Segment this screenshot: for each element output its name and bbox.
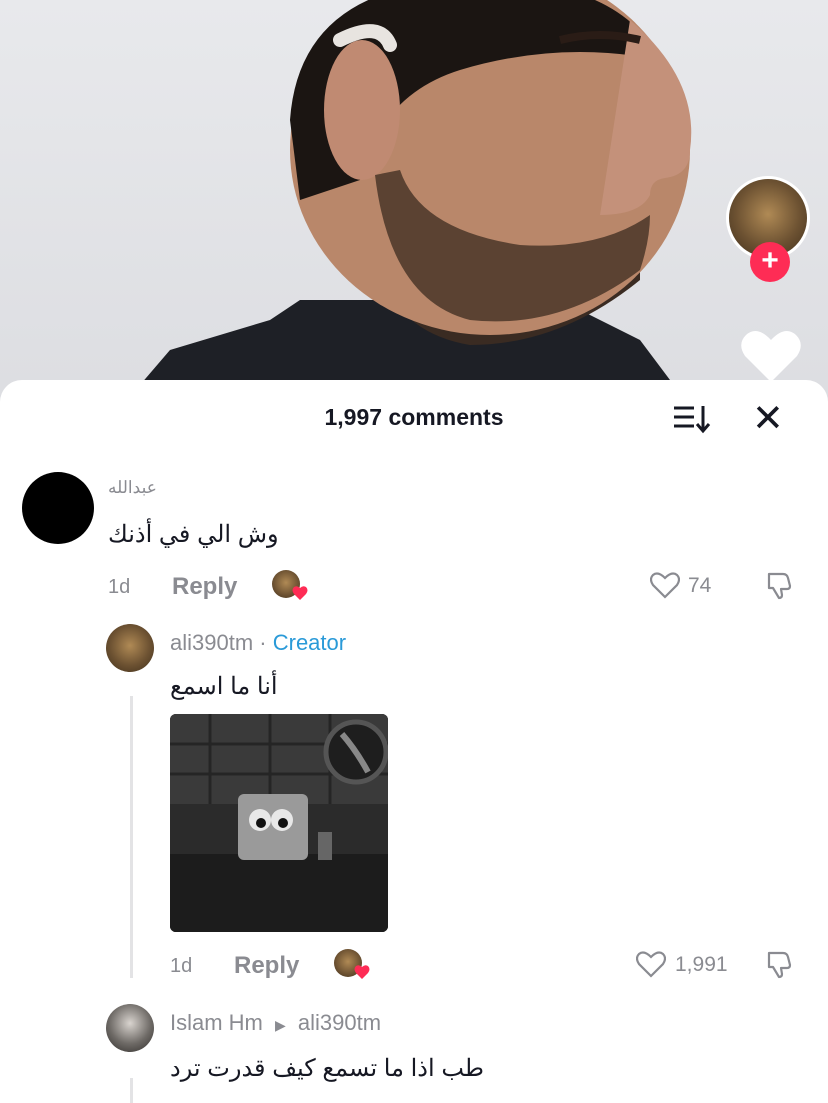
- reply-button[interactable]: Reply: [172, 573, 237, 601]
- reply3-username[interactable]: Islam Hm: [170, 1010, 263, 1035]
- heart-badge-icon: [292, 586, 308, 600]
- close-icon[interactable]: ✕: [752, 400, 784, 438]
- like-count: 1,991: [675, 953, 728, 976]
- heart-badge-icon: [354, 965, 370, 979]
- reply-arrow-icon: ▶: [275, 1017, 286, 1033]
- reply-to-username[interactable]: ali390tm: [298, 1010, 381, 1035]
- gif-frame: [170, 714, 388, 932]
- video-player[interactable]: +: [0, 0, 828, 420]
- sort-icon[interactable]: [672, 402, 712, 436]
- heart-outline-icon[interactable]: [636, 950, 666, 978]
- comment-username[interactable]: عبدالله: [108, 478, 157, 498]
- reply-text: أنا ما اسمع: [170, 673, 278, 700]
- commenter-avatar-3[interactable]: [106, 1004, 154, 1052]
- creator-badge: Creator: [272, 630, 347, 655]
- reply3-text: طب اذا ما تسمع كيف قدرت ترد: [170, 1055, 484, 1082]
- reply-username-line: ali390tm · Creator: [170, 630, 346, 656]
- comments-sheet: 1,997 comments ✕ عبدالله وش الي في أذنك …: [0, 380, 828, 1103]
- video-frame: [110, 0, 700, 420]
- dislike-icon[interactable]: [765, 949, 795, 979]
- thread-line: [130, 696, 133, 978]
- reply-time: 1d: [170, 955, 193, 977]
- reply-gif-image[interactable]: [170, 714, 388, 932]
- like-heart-icon[interactable]: [740, 328, 802, 384]
- reply-button-2[interactable]: Reply: [234, 952, 299, 980]
- creator-reply-avatar[interactable]: [106, 624, 154, 672]
- reply-username[interactable]: ali390tm: [170, 630, 253, 655]
- heart-outline-icon[interactable]: [650, 571, 680, 599]
- thread-line: [130, 1078, 133, 1103]
- commenter-avatar[interactable]: [22, 472, 94, 544]
- reply-chain-line: Islam Hm ▶ ali390tm: [170, 1010, 381, 1036]
- comment-time: 1d: [108, 576, 131, 598]
- dislike-icon[interactable]: [765, 570, 795, 600]
- follow-plus-icon[interactable]: +: [750, 242, 790, 282]
- like-count: 74: [688, 574, 712, 597]
- separator-dot: ·: [259, 630, 267, 655]
- comment-text: وش الي في أذنك: [108, 521, 279, 548]
